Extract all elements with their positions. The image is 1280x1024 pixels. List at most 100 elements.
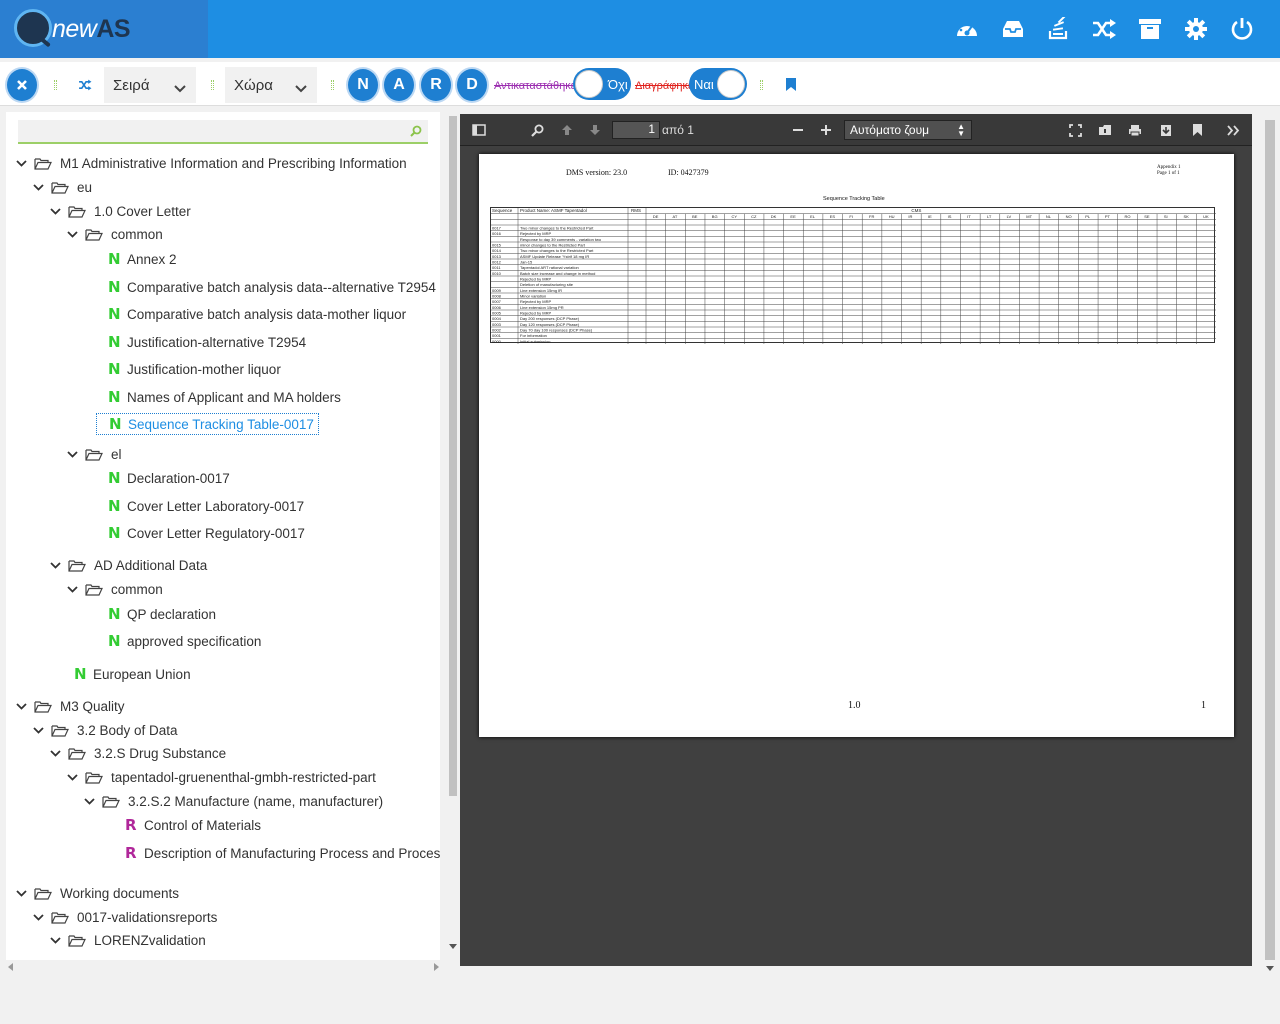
zoom-select[interactable]: Αυτόματο ζουμ ▲ ▼ — [844, 120, 972, 140]
presentation-mode-icon[interactable] — [1066, 121, 1084, 139]
folder-open-icon — [68, 934, 86, 947]
archive-icon[interactable] — [1137, 16, 1163, 42]
shuffle-toggle-icon[interactable] — [78, 78, 92, 96]
chevron-down-icon[interactable] — [50, 749, 62, 757]
previous-page-icon[interactable] — [558, 121, 576, 139]
open-file-icon[interactable] — [1096, 121, 1114, 139]
next-page-icon[interactable] — [586, 121, 604, 139]
chevron-down-icon[interactable] — [50, 936, 62, 944]
scrollbar-thumb[interactable] — [449, 116, 457, 796]
tree-folder[interactable]: M1 Administrative Information and Prescr… — [16, 152, 407, 174]
tree-folder[interactable]: AD Additional Data — [50, 554, 207, 576]
shuffle-icon[interactable] — [1091, 16, 1117, 42]
dashboard-icon[interactable] — [954, 16, 980, 42]
zoom-in-icon[interactable] — [818, 121, 834, 139]
find-icon[interactable] — [528, 121, 546, 139]
scroll-left-arrow-icon[interactable] — [8, 963, 13, 971]
zoom-out-icon[interactable] — [790, 121, 806, 139]
tree-document[interactable]: N Declaration-0017 — [108, 467, 230, 489]
chevron-down-icon[interactable] — [67, 230, 79, 238]
scroll-right-arrow-icon[interactable] — [434, 963, 439, 971]
chevron-down-icon[interactable] — [16, 159, 28, 167]
series-dropdown[interactable]: Σειρά — [104, 67, 196, 103]
tools-double-chevron-icon[interactable] — [1224, 121, 1242, 139]
table-cell-description: Two minor changes to the Restricted Part — [520, 225, 594, 230]
chevron-down-icon[interactable] — [50, 207, 62, 215]
status-new-badge: N — [108, 469, 121, 487]
tree-document[interactable]: N Comparative batch analysis data-mother … — [108, 303, 406, 325]
tree-document[interactable]: N European Union — [74, 663, 191, 685]
bookmark-icon[interactable] — [1188, 121, 1206, 139]
tree-document[interactable]: R Control of Materials — [125, 814, 261, 836]
chevron-down-icon[interactable] — [16, 889, 28, 897]
download-icon[interactable] — [1157, 121, 1175, 139]
chevron-down-icon[interactable] — [33, 183, 45, 191]
tree-folder[interactable]: el — [67, 443, 122, 465]
country-dropdown[interactable]: Χώρα — [225, 67, 317, 103]
tree-folder[interactable]: common — [67, 223, 163, 245]
tree-folder[interactable]: eu — [33, 176, 92, 198]
stack-icon[interactable] — [1045, 16, 1071, 42]
scroll-down-arrow-icon[interactable] — [449, 944, 457, 949]
tree-item-label: Justification-mother liquor — [127, 361, 281, 377]
chevron-down-icon[interactable] — [84, 797, 96, 805]
table-cell-description: Deletion of manufacturing site — [520, 282, 574, 287]
chevron-down-icon[interactable] — [33, 726, 45, 734]
bookmark-icon[interactable] — [786, 78, 796, 96]
tree-horizontal-scrollbar[interactable] — [6, 960, 440, 974]
folder-open-icon — [68, 205, 86, 218]
tree-folder[interactable]: 1.0 Cover Letter — [50, 200, 191, 222]
tree-folder[interactable]: M3 Quality — [16, 695, 125, 717]
tree-document[interactable]: N QP declaration — [108, 603, 216, 625]
tree-document[interactable]: N Comparative batch analysis data--altern… — [108, 276, 436, 298]
filter-n-button[interactable]: N — [346, 67, 380, 103]
tree-folder[interactable]: Working documents — [16, 882, 179, 904]
pdf-appendix: Appendix 1 — [1157, 165, 1181, 170]
tracking-table-grid: Sequence Product Name: ASMF Tapentadol RMS… — [491, 208, 1216, 344]
deleted-toggle[interactable]: Ναι — [689, 68, 747, 100]
sidebar-toggle-icon[interactable] — [470, 121, 488, 139]
tree-folder[interactable]: 3.2 Body of Data — [33, 719, 178, 741]
chevron-down-icon[interactable] — [67, 773, 79, 781]
filter-a-button[interactable]: A — [382, 67, 416, 103]
inbox-icon[interactable] — [1000, 16, 1026, 42]
table-cell-sequence: 0008 — [492, 293, 502, 298]
tree-document[interactable]: Napproved specification — [108, 630, 261, 652]
power-icon[interactable] — [1229, 16, 1255, 42]
tree-folder[interactable]: 3.2.S Drug Substance — [50, 742, 226, 764]
close-button[interactable] — [5, 67, 39, 103]
tree-document[interactable]: N Justification-alternative T2954 — [108, 331, 306, 353]
tree-folder[interactable]: common — [67, 578, 163, 600]
chevron-down-icon[interactable] — [50, 561, 62, 569]
chevron-down-icon[interactable] — [67, 585, 79, 593]
filter-r-button[interactable]: R — [419, 67, 453, 103]
filter-d-button[interactable]: D — [455, 67, 489, 103]
chevron-down-icon[interactable] — [16, 702, 28, 710]
page-vertical-scrollbar[interactable] — [1262, 114, 1278, 974]
tree-document[interactable]: R Description of Manufacturing Process an… — [125, 842, 440, 864]
scrollbar-thumb[interactable] — [1265, 120, 1275, 960]
tree-document[interactable]: N Names of Applicant and MA holders — [108, 386, 341, 408]
tree-folder[interactable]: tapentadol-gruenenthal-gmbh-restricted-p… — [67, 766, 376, 788]
tree-item-label: eu — [77, 179, 93, 195]
logo[interactable]: newAS — [0, 0, 208, 58]
page-number-input[interactable]: 1 — [612, 121, 660, 139]
chevron-down-icon[interactable] — [67, 450, 79, 458]
replaced-toggle[interactable]: Όχι — [573, 68, 631, 100]
tree-vertical-scrollbar[interactable] — [446, 112, 460, 974]
scroll-down-arrow-icon[interactable] — [1266, 966, 1274, 971]
gear-icon[interactable] — [1183, 16, 1209, 42]
chevron-down-icon[interactable] — [33, 913, 45, 921]
tree-folder[interactable]: 3.2.S.2 Manufacture (name, manufacturer) — [84, 790, 383, 812]
tree-document[interactable]: N Cover Letter Laboratory-0017 — [108, 495, 304, 517]
tree-item-label: 3.2.S.2 Manufacture (name, manufacturer) — [128, 793, 384, 809]
tree-document[interactable]: N Annex 2 — [108, 248, 177, 270]
tree-search-input[interactable] — [18, 120, 428, 144]
tree-folder[interactable]: 0017-validationsreports — [33, 906, 217, 928]
tree-document[interactable]: N Sequence Tracking Table-0017 — [96, 413, 319, 435]
tree-document[interactable]: N Justification-mother liquor — [108, 358, 281, 380]
table-header-country: MT — [1026, 214, 1032, 219]
tree-document[interactable]: N Cover Letter Regulatory-0017 — [108, 522, 305, 544]
print-icon[interactable] — [1126, 121, 1144, 139]
tree-folder[interactable]: LORENZvalidation — [50, 929, 206, 951]
